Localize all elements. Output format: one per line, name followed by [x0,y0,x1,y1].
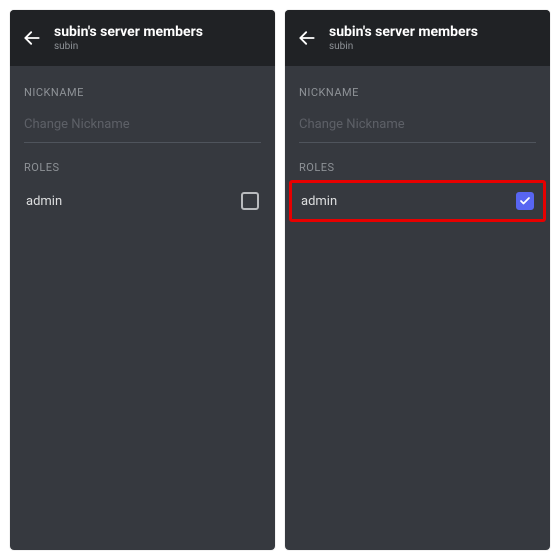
content: NICKNAME Change Nickname ROLES admin [10,66,275,550]
role-name-admin: admin [301,194,337,209]
check-icon [519,195,531,207]
back-button[interactable] [20,26,44,50]
header-titles: subin's server members subin [54,24,203,53]
header-subtitle: subin [54,41,203,53]
arrow-left-icon [297,28,317,48]
header-title: subin's server members [329,24,478,40]
header: subin's server members subin [285,10,550,66]
content: NICKNAME Change Nickname ROLES admin [285,66,550,550]
roles-section-label: ROLES [24,161,261,174]
back-button[interactable] [295,26,319,50]
nickname-placeholder: Change Nickname [24,117,130,132]
comparison-stage: subin's server members subin NICKNAME Ch… [0,0,560,560]
panel-left: subin's server members subin NICKNAME Ch… [10,10,275,550]
nickname-section-label: NICKNAME [24,86,261,99]
header-title: subin's server members [54,24,203,40]
header-titles: subin's server members subin [329,24,478,53]
role-checkbox-admin[interactable] [241,192,259,210]
nickname-input[interactable]: Change Nickname [299,105,536,143]
nickname-input[interactable]: Change Nickname [24,105,261,143]
role-row-admin[interactable]: admin [24,180,261,222]
nickname-placeholder: Change Nickname [299,117,405,132]
header-subtitle: subin [329,41,478,53]
role-name-admin: admin [26,194,62,209]
role-checkbox-admin[interactable] [516,192,534,210]
arrow-left-icon [22,28,42,48]
nickname-section-label: NICKNAME [299,86,536,99]
panel-right: subin's server members subin NICKNAME Ch… [285,10,550,550]
role-row-admin[interactable]: admin [289,180,546,222]
roles-section-label: ROLES [299,161,536,174]
header: subin's server members subin [10,10,275,66]
